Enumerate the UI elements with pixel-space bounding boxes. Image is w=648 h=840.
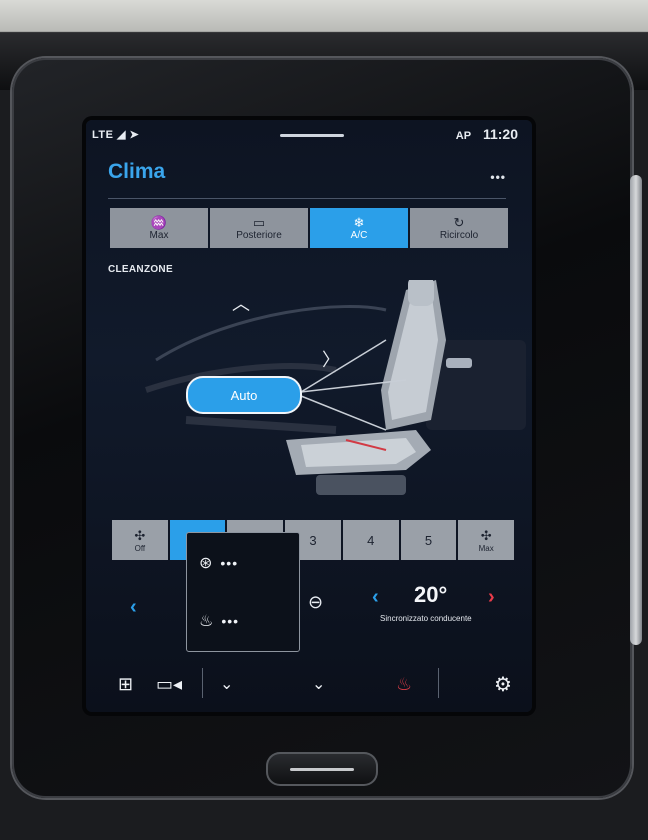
ac-button[interactable]: ❄ A/C [310, 208, 408, 248]
cabin-airflow-view: ︿ 〉 ﹀ Auto [86, 276, 532, 520]
heated-steering-wheel-icon: ⊛ [199, 555, 213, 572]
separator [438, 668, 439, 698]
ap-indicator: AP [455, 130, 472, 142]
fan-off-button[interactable]: ✣ Off [112, 520, 168, 560]
airflow-auto-button[interactable]: Auto [186, 376, 302, 414]
chevron-down-icon[interactable]: ⌄ [312, 674, 325, 694]
snowflake-icon: ❄ [353, 214, 365, 230]
seat-heat-row[interactable]: ♨ ••• [199, 611, 239, 631]
car-seat-illustration [145, 276, 526, 495]
status-bar: LTE ◢ ➤ AP 11:20 [86, 120, 532, 146]
bottom-bar: ⊞ ▭◂ ⌄ ⌄ ♨ ⚙ [86, 660, 532, 710]
separator [202, 668, 203, 698]
passenger-temp-decrease-button[interactable]: ‹ [130, 596, 137, 619]
rear-defrost-button[interactable]: ▭ Posteriore [210, 208, 308, 248]
fan-max-button[interactable]: ✣ Max [458, 520, 515, 560]
airflow-up-chevron[interactable]: ︿ [232, 290, 250, 316]
driver-temp-decrease-button[interactable]: ‹ [372, 586, 379, 609]
fan-icon: ✣ [134, 527, 146, 543]
heating-popup: ⊛ ••• ♨ ••• [186, 532, 300, 652]
driver-temp-value[interactable]: 20° [414, 582, 447, 608]
settings-icon[interactable]: ⚙ [494, 672, 512, 697]
chevron-down-icon[interactable]: ⌄ [220, 674, 233, 694]
more-options-button[interactable]: ••• [490, 170, 506, 184]
status-right: AP 11:20 [456, 126, 518, 142]
fan-level-4-button[interactable]: 4 [342, 520, 399, 560]
fan-speed-selector: ✣ Off 3 4 5 ✣ Max [112, 520, 515, 560]
divider [108, 198, 506, 199]
recirculation-button[interactable]: ↻ Ricircolo [410, 208, 508, 248]
network-indicator: LTE ◢ ➤ [92, 129, 140, 141]
recirculation-icon: ↻ [453, 214, 465, 230]
home-button[interactable] [266, 752, 378, 786]
sync-icon[interactable]: ⊖ [308, 592, 323, 613]
sync-label: Sincronizzato conducente [380, 614, 472, 623]
page-title: Clima [108, 160, 166, 183]
windshield-defrost-max-icon: ♒ [150, 214, 168, 230]
airflow-right-chevron[interactable]: 〉 [322, 346, 340, 372]
heated-seat-icon[interactable]: ♨ [396, 674, 412, 695]
drawer-handle[interactable] [280, 134, 344, 137]
fan-icon: ✣ [480, 527, 492, 543]
heated-seat-icon: ♨ [199, 613, 214, 630]
steering-heat-row[interactable]: ⊛ ••• [199, 553, 238, 573]
clock: 11:20 [482, 126, 518, 142]
driver-temp-increase-button[interactable]: › [488, 586, 495, 609]
home-grid-icon[interactable]: ⊞ [118, 674, 133, 695]
air-vent-rail [630, 175, 642, 645]
max-defrost-button[interactable]: ♒ Max [110, 208, 208, 248]
climate-toggle-row: ♒ Max ▭ Posteriore ❄ A/C ↻ Ricircolo [110, 208, 508, 248]
camera-icon[interactable]: ▭◂ [156, 674, 182, 695]
infotainment-screen: LTE ◢ ➤ AP 11:20 Clima ••• ♒ Max ▭ Poste… [86, 120, 532, 712]
cleanzone-label[interactable]: CLEANZONE [108, 264, 173, 275]
rear-defrost-icon: ▭ [252, 214, 266, 230]
fan-level-5-button[interactable]: 5 [400, 520, 457, 560]
